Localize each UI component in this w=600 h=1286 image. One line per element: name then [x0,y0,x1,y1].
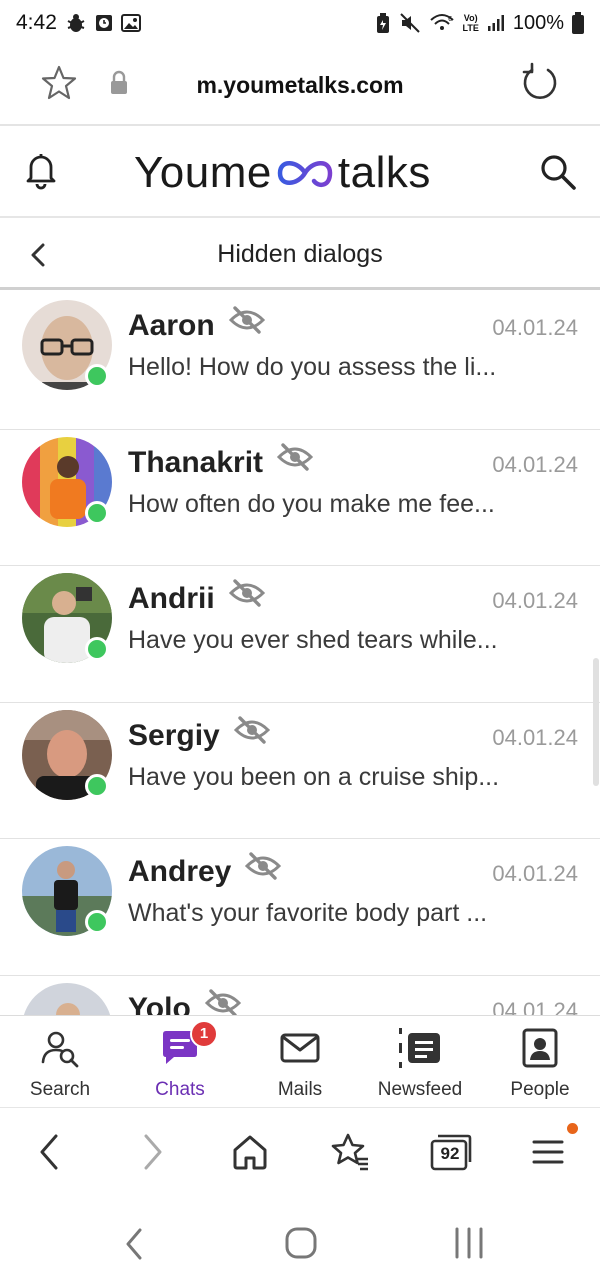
online-indicator [85,637,109,662]
app-logo[interactable]: Youme talks [134,148,431,198]
dialog-name[interactable]: Thanakrit [128,442,314,482]
battery-icon [572,12,584,34]
dialog-date: 04.01.24 [492,315,578,340]
image-icon [120,13,141,33]
wifi-icon: 6 [429,12,455,34]
nav-label: Mails [277,1079,323,1100]
dialog-row[interactable]: Sergiy 04.01.24 Have you been on a cruis… [0,703,600,840]
online-indicator [85,364,109,388]
alarm-icon [95,13,113,33]
menu-notification-dot [567,1123,578,1134]
user-search-icon [0,1028,120,1068]
nav-label: Newsfeed [377,1079,463,1100]
scrollbar[interactable] [593,658,599,786]
back-button-icon[interactable] [120,1224,146,1269]
app-header: Youme talks [0,128,600,218]
forward-arrow-icon[interactable] [140,1132,166,1177]
avatar [22,982,112,1015]
dialog-preview: How often do you make me fee... [128,489,495,518]
logo-text-left: Youme [134,148,272,197]
page-title: Hidden dialogs [217,240,383,268]
dialog-name[interactable]: Yolo [128,989,241,1015]
bottom-nav: Search Chats Mails Newsfeed People [0,1015,600,1107]
online-indicator [85,773,109,798]
svg-text:6: 6 [448,15,453,23]
bug-icon [65,12,87,34]
nav-newsfeed[interactable]: Newsfeed [360,1016,480,1108]
status-bar: 4:42 6 Vo) LTE 100% [0,0,600,46]
bookmarks-icon[interactable] [330,1132,370,1177]
hidden-eye-icon [233,716,270,752]
dialog-row[interactable]: Yolo 04.01.24 [0,976,600,1015]
signal-icon [487,14,505,32]
system-nav-bar [0,1202,600,1286]
home-button-icon[interactable] [284,1226,318,1265]
nav-mails[interactable]: Mails [240,1016,360,1108]
sub-header: Hidden dialogs [0,220,600,290]
hidden-eye-icon [204,989,241,1015]
chat-icon [120,1028,240,1068]
dialog-list[interactable]: Aaron 04.01.24 Hello! How do you assess … [0,293,600,1015]
dialog-preview: What's your favorite body part ... [128,899,488,928]
mute-icon [399,12,421,34]
reload-icon[interactable] [520,62,560,107]
nav-search[interactable]: Search [0,1016,120,1108]
browser-url-bar: m.youmetalks.com [0,46,600,126]
dialog-date: 04.01.24 [492,588,578,614]
dialog-date: 04.01.24 [492,997,578,1015]
tab-count: 92 [440,1144,460,1163]
dialog-row[interactable]: Thanakrit 04.01.24 How often do you make… [0,430,600,567]
mail-icon [240,1028,360,1068]
nav-label: Search [29,1079,91,1100]
dialog-preview: Hello! How do you assess the li... [128,353,497,381]
home-icon[interactable] [230,1132,270,1177]
hidden-eye-icon [228,306,265,342]
people-icon [480,1028,600,1068]
nav-chats[interactable]: Chats [120,1016,240,1108]
url-text[interactable]: m.youmetalks.com [0,72,600,99]
dialog-name[interactable]: Andrey [128,852,282,891]
dialog-date: 04.01.24 [492,861,578,887]
online-indicator [85,500,109,525]
status-time: 4:42 [16,11,57,34]
menu-icon[interactable] [530,1132,566,1177]
dialog-row[interactable]: Aaron 04.01.24 Hello! How do you assess … [0,293,600,430]
back-arrow-icon[interactable] [36,1132,62,1177]
dialog-name[interactable]: Aaron [128,306,265,345]
dialog-row[interactable]: Andrey 04.01.24 What's your favorite bod… [0,839,600,976]
browser-toolbar [0,1107,600,1202]
nav-people[interactable]: People [480,1016,600,1108]
hidden-eye-icon [276,442,314,479]
battery-text: 100% [512,11,564,34]
nav-label: People [510,1079,570,1100]
battery-saver-icon [375,12,391,34]
search-icon[interactable] [538,152,578,197]
newsfeed-icon [360,1028,480,1068]
dialog-date: 04.01.24 [492,451,578,477]
nav-label: Chats [155,1079,205,1100]
logo-text-right: talks [337,148,431,197]
bell-icon[interactable] [22,150,60,195]
dialog-date: 04.01.24 [492,724,578,750]
dialog-row[interactable]: Andrii 04.01.24 Have you ever shed tears… [0,566,600,703]
chats-badge: 1 [190,1020,218,1048]
logo-loop-icon [274,153,336,193]
dialog-name[interactable]: Sergiy [128,716,270,755]
dialog-name[interactable]: Andrii [128,579,265,618]
hidden-eye-icon [228,579,265,615]
recent-apps-icon[interactable] [452,1226,486,1265]
dialog-preview: Have you ever shed tears while... [128,626,498,655]
hidden-eye-icon [245,852,282,888]
dialog-preview: Have you been on a cruise ship... [128,762,500,791]
online-indicator [85,910,109,935]
volte-icon: Vo) LTE [462,13,479,33]
